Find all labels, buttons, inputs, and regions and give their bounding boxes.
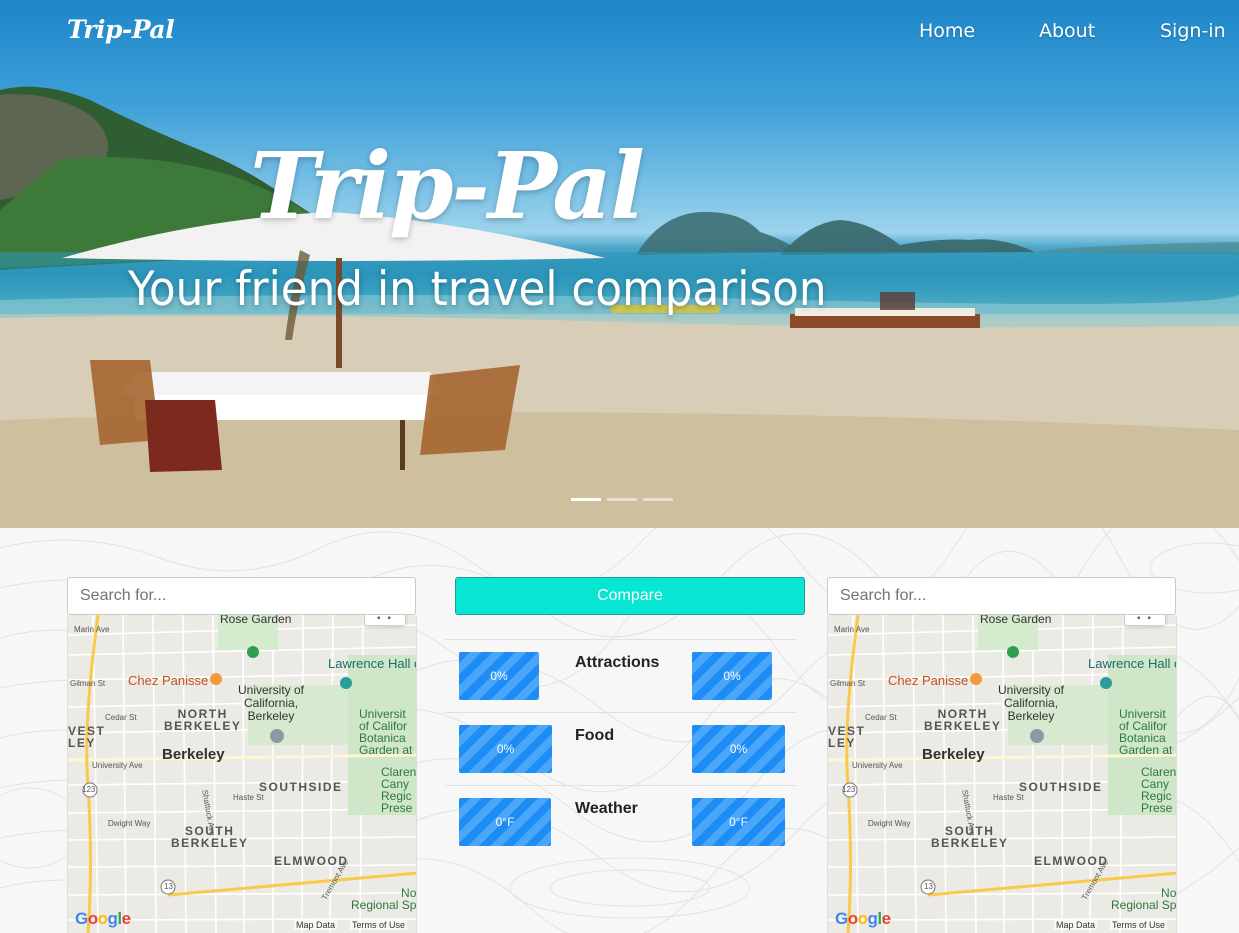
map-label-southside: SOUTHSIDE: [1019, 780, 1103, 794]
map-label-berkeley: Berkeley: [922, 746, 985, 763]
nav-about-link[interactable]: About: [1039, 20, 1095, 42]
brand-logo[interactable]: Trip-Pal: [67, 15, 175, 44]
map-label-cedar-st: Cedar St: [865, 713, 897, 722]
map-label-lawrence-hall: Lawrence Hall o: [328, 656, 417, 671]
weather-label: Weather: [575, 800, 638, 817]
map-label-route-123: 123: [82, 785, 96, 794]
map-label-dwight-way: Dwight Way: [108, 819, 151, 828]
map-label-southside: SOUTHSIDE: [259, 780, 343, 794]
map-label-regional: No Regional Sp: [351, 886, 417, 912]
map-label-university-ave: University Ave: [852, 761, 903, 770]
carousel-indicator-3[interactable]: [643, 498, 673, 501]
hero-title: Trip-Pal: [250, 132, 645, 240]
weather-right-bar: 0°F: [692, 798, 785, 846]
map-label-regional: No Regional Sp: [1111, 886, 1177, 912]
map-label-north-berkeley: NORTH BERKELEY: [164, 707, 242, 733]
map-label-university: University of California, Berkeley: [238, 683, 305, 723]
food-label: Food: [575, 727, 615, 744]
hero-subtitle: Your friend in travel comparison: [128, 262, 827, 317]
map-data-label: Map Data: [1054, 920, 1098, 930]
attractions-left-bar: 0%: [459, 652, 539, 700]
map-right[interactable]: Rose Garden Marin Ave Lawrence Hall o Ch…: [827, 615, 1177, 933]
map-label-marin-ave: Marin Ave: [834, 625, 870, 634]
map-label-university-ave: University Ave: [92, 761, 143, 770]
map-label-dwight-way: Dwight Way: [868, 819, 911, 828]
map-label-university: University of California, Berkeley: [998, 683, 1065, 723]
map-label-south-berkeley: SOUTH BERKELEY: [931, 824, 1009, 850]
map-data-label: Map Data: [294, 920, 338, 930]
map-label-south-berkeley: SOUTH BERKELEY: [171, 824, 249, 850]
google-logo: Google: [835, 909, 891, 928]
map-label-chez-panisse: Chez Panisse: [888, 673, 969, 688]
navbar: Trip-Pal Home About Sign-in: [0, 0, 1239, 66]
food-right-bar: 0%: [692, 725, 785, 773]
carousel-indicator-2[interactable]: [607, 498, 637, 501]
weather-left-bar: 0°F: [459, 798, 551, 846]
map-terms-link[interactable]: Terms of Use: [1110, 920, 1168, 930]
map-label-marin-ave: Marin Ave: [74, 625, 110, 634]
map-label-route-123: 123: [842, 785, 856, 794]
map-label-chez-panisse: Chez Panisse: [128, 673, 209, 688]
map-fullscreen-button[interactable]: ▪ ▪: [365, 615, 405, 625]
map-label-gilman-st: Gilman St: [70, 679, 106, 688]
fullscreen-icon: ▪ ▪: [377, 615, 393, 624]
nav-signin-link[interactable]: Sign-in: [1160, 20, 1226, 42]
map-fullscreen-button[interactable]: ▪ ▪: [1125, 615, 1165, 625]
map-label-rose-garden: Rose Garden: [220, 615, 292, 626]
row-divider: [445, 639, 797, 640]
map-label-lawrence-hall: Lawrence Hall o: [1088, 656, 1177, 671]
map-label-route-13: 13: [924, 882, 933, 891]
map-label-claremont: Claren Cany Regic Prese: [1141, 765, 1177, 815]
attractions-label: Attractions: [575, 654, 660, 671]
comparison-section: Compare Rose Garden: [0, 528, 1239, 933]
map-label-route-13: 13: [164, 882, 173, 891]
map-label-cedar-st: Cedar St: [105, 713, 137, 722]
map-left[interactable]: Rose Garden Marin Ave Lawrence Hall o Ch…: [67, 615, 417, 933]
map-label-gilman-st: Gilman St: [830, 679, 866, 688]
map-label-west-berkeley: VEST LEY: [68, 724, 106, 750]
row-divider: [445, 712, 797, 713]
row-divider: [445, 785, 797, 786]
carousel-indicator-1[interactable]: [571, 498, 601, 501]
map-label-haste-st: Haste St: [233, 793, 264, 802]
map-label-botanical-garden: Universit of Califor Botanica Garden at: [359, 707, 413, 757]
attractions-right-bar: 0%: [692, 652, 772, 700]
map-label-berkeley: Berkeley: [162, 746, 225, 763]
search-input-left[interactable]: [67, 577, 416, 615]
map-terms-link[interactable]: Terms of Use: [350, 920, 408, 930]
fullscreen-icon: ▪ ▪: [1137, 615, 1153, 624]
map-label-claremont: Claren Cany Regic Prese: [381, 765, 417, 815]
map-label-rose-garden: Rose Garden: [980, 615, 1052, 626]
carousel-indicators: [571, 498, 673, 501]
nav-home-link[interactable]: Home: [919, 20, 975, 42]
compare-button[interactable]: Compare: [455, 577, 805, 615]
map-label-botanical-garden: Universit of Califor Botanica Garden at: [1119, 707, 1173, 757]
map-label-north-berkeley: NORTH BERKELEY: [924, 707, 1002, 733]
search-input-right[interactable]: [827, 577, 1176, 615]
hero-carousel: Trip-Pal Home About Sign-in Trip-Pal You…: [0, 0, 1239, 528]
food-left-bar: 0%: [459, 725, 552, 773]
map-label-haste-st: Haste St: [993, 793, 1024, 802]
google-logo: Google: [75, 909, 131, 928]
map-label-west-berkeley: VEST LEY: [828, 724, 866, 750]
